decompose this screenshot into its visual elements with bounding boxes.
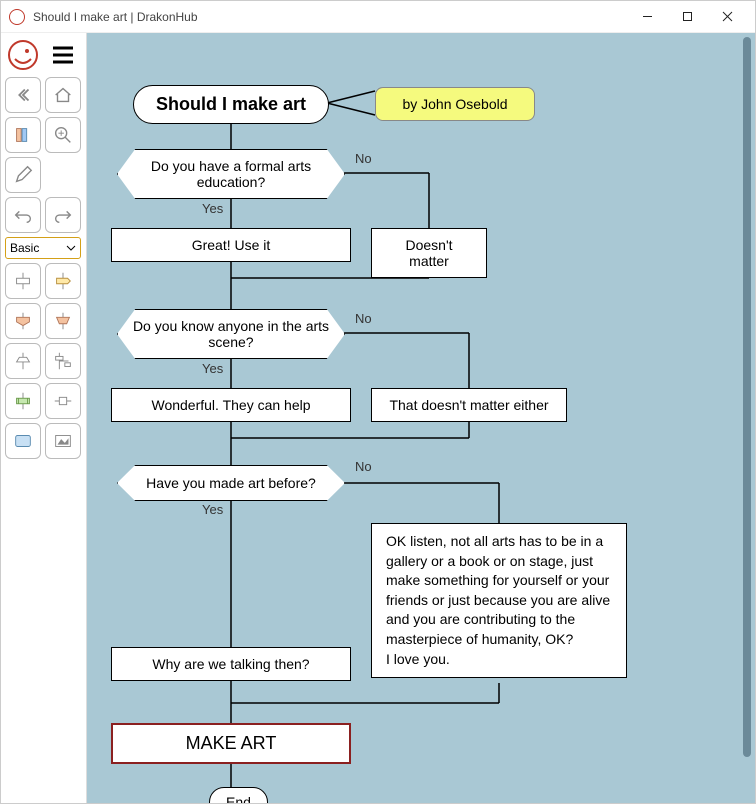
shape-comment-icon[interactable] bbox=[5, 423, 41, 459]
q1-text: Do you have a formal arts education? bbox=[132, 158, 330, 190]
q1-yes-label: Yes bbox=[202, 201, 223, 216]
q1-no-label: No bbox=[355, 151, 372, 166]
shape-branch-icon[interactable] bbox=[45, 343, 81, 379]
q2-yes-label: Yes bbox=[202, 361, 223, 376]
sidebar: Basic bbox=[1, 33, 87, 803]
menu-button[interactable] bbox=[45, 37, 81, 73]
author-node[interactable]: by John Osebold bbox=[375, 87, 535, 121]
q3-yes-label: Yes bbox=[202, 502, 223, 517]
answer-3-no[interactable]: OK listen, not all arts has to be in a g… bbox=[371, 523, 627, 678]
zoom-icon[interactable] bbox=[45, 117, 81, 153]
question-1[interactable]: Do you have a formal arts education? bbox=[117, 149, 345, 199]
title-text: Should I make art bbox=[156, 94, 306, 115]
question-3[interactable]: Have you made art before? bbox=[117, 465, 345, 501]
minimize-button[interactable] bbox=[627, 3, 667, 31]
redo-button[interactable] bbox=[45, 197, 81, 233]
titlebar: Should I make art | DrakonHub bbox=[1, 1, 755, 33]
back-button[interactable] bbox=[5, 77, 41, 113]
app-logo-icon[interactable] bbox=[5, 37, 41, 73]
shape-set-select[interactable]: Basic bbox=[5, 237, 81, 259]
answer-1-yes[interactable]: Great! Use it bbox=[111, 228, 351, 262]
files-icon[interactable] bbox=[5, 117, 41, 153]
shape-insertion-icon[interactable] bbox=[5, 383, 41, 419]
end-node[interactable]: End bbox=[209, 787, 268, 803]
q3-no-label: No bbox=[355, 459, 372, 474]
make-art-node[interactable]: MAKE ART bbox=[111, 723, 351, 764]
answer-3-yes[interactable]: Why are we talking then? bbox=[111, 647, 351, 681]
answer-1-no[interactable]: Doesn't matter bbox=[371, 228, 487, 278]
app-favicon bbox=[9, 9, 25, 25]
q3-text: Have you made art before? bbox=[146, 475, 316, 491]
q2-no-label: No bbox=[355, 311, 372, 326]
shape-action-icon[interactable] bbox=[5, 263, 41, 299]
select-value: Basic bbox=[10, 241, 39, 255]
home-button[interactable] bbox=[45, 77, 81, 113]
vertical-scrollbar[interactable] bbox=[743, 37, 751, 757]
q2-text: Do you know anyone in the arts scene? bbox=[132, 318, 330, 350]
shape-question-icon[interactable] bbox=[45, 263, 81, 299]
question-2[interactable]: Do you know anyone in the arts scene? bbox=[117, 309, 345, 359]
shape-foreach-icon[interactable] bbox=[5, 343, 41, 379]
answer-2-yes[interactable]: Wonderful. They can help bbox=[111, 388, 351, 422]
pencil-icon[interactable] bbox=[5, 157, 41, 193]
undo-button[interactable] bbox=[5, 197, 41, 233]
window-title: Should I make art | DrakonHub bbox=[33, 10, 627, 24]
shape-shelf-icon[interactable] bbox=[45, 383, 81, 419]
close-button[interactable] bbox=[707, 3, 747, 31]
shape-image-icon[interactable] bbox=[45, 423, 81, 459]
maximize-button[interactable] bbox=[667, 3, 707, 31]
shape-case-icon[interactable] bbox=[45, 303, 81, 339]
title-node[interactable]: Should I make art bbox=[133, 85, 329, 124]
diagram-canvas[interactable]: Should I make art by John Osebold Do you… bbox=[87, 33, 755, 803]
author-text: by John Osebold bbox=[402, 96, 507, 112]
shape-select-icon[interactable] bbox=[5, 303, 41, 339]
answer-2-no[interactable]: That doesn't matter either bbox=[371, 388, 567, 422]
